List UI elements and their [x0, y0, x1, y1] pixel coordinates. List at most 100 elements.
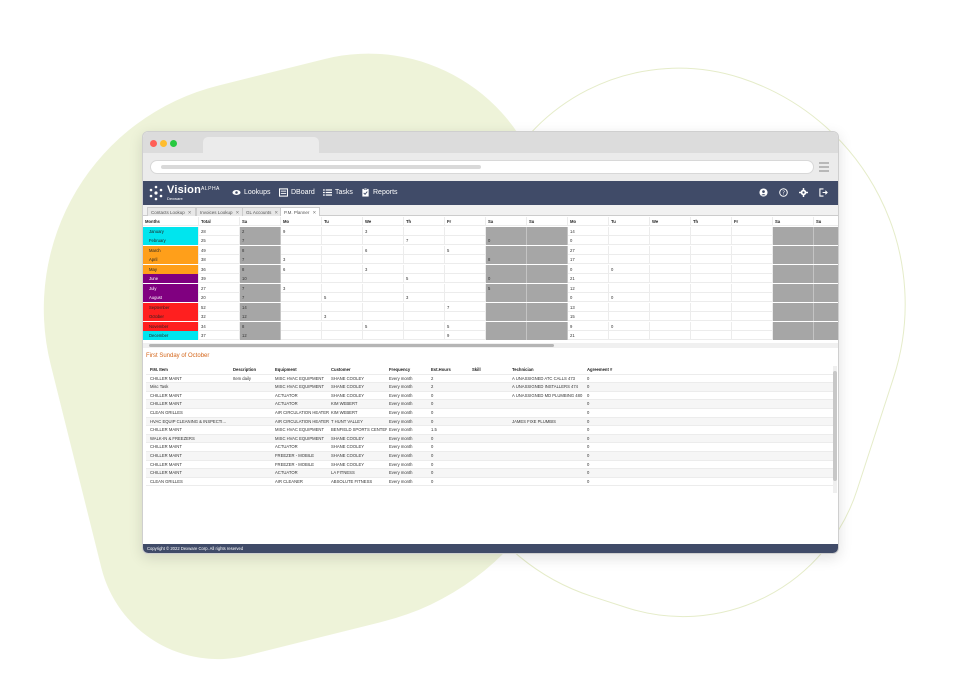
- day-count-cell[interactable]: [773, 293, 814, 303]
- table-row[interactable]: CHILLER MAINT FREEZER - MOBILE SHANE COOLE…: [146, 452, 836, 461]
- day-count-cell[interactable]: [527, 245, 568, 255]
- day-count-cell[interactable]: [445, 283, 486, 293]
- day-count-cell[interactable]: 21: [568, 331, 609, 340]
- day-count-cell[interactable]: [732, 274, 773, 284]
- day-count-cell[interactable]: [527, 321, 568, 331]
- day-count-cell[interactable]: [527, 302, 568, 312]
- column-header[interactable]: Customer: [329, 366, 387, 375]
- day-count-cell[interactable]: 6: [363, 245, 404, 255]
- day-count-cell[interactable]: 7: [240, 293, 281, 303]
- day-count-cell[interactable]: [814, 236, 838, 246]
- day-count-cell[interactable]: [609, 312, 650, 322]
- day-count-cell[interactable]: [609, 255, 650, 265]
- hamburger-icon[interactable]: [819, 162, 829, 174]
- day-count-cell[interactable]: 3: [281, 255, 322, 265]
- day-count-cell[interactable]: [527, 312, 568, 322]
- day-count-cell[interactable]: [404, 331, 445, 340]
- day-count-cell[interactable]: 12: [240, 331, 281, 340]
- day-count-cell[interactable]: [691, 226, 732, 236]
- day-count-cell[interactable]: [486, 321, 527, 331]
- day-count-cell[interactable]: [773, 283, 814, 293]
- settings-icon[interactable]: [799, 188, 808, 197]
- day-count-cell[interactable]: [486, 226, 527, 236]
- day-count-cell[interactable]: 3: [281, 283, 322, 293]
- day-count-cell[interactable]: [322, 321, 363, 331]
- day-count-cell[interactable]: 8: [240, 245, 281, 255]
- day-count-cell[interactable]: [691, 274, 732, 284]
- column-header[interactable]: Agreement #: [585, 366, 645, 375]
- day-count-cell[interactable]: [773, 321, 814, 331]
- day-count-cell[interactable]: [650, 331, 691, 340]
- day-count-cell[interactable]: [609, 283, 650, 293]
- day-count-cell[interactable]: [445, 293, 486, 303]
- day-count-cell[interactable]: 14: [568, 226, 609, 236]
- close-tab-icon[interactable]: ✕: [236, 210, 240, 215]
- day-count-cell[interactable]: 3: [363, 226, 404, 236]
- day-count-cell[interactable]: 2: [240, 226, 281, 236]
- browser-tab[interactable]: [203, 137, 319, 153]
- day-count-cell[interactable]: [814, 255, 838, 265]
- day-count-cell[interactable]: [322, 283, 363, 293]
- day-count-cell[interactable]: [773, 302, 814, 312]
- column-header[interactable]: Frequency: [387, 366, 429, 375]
- column-header[interactable]: P.M. Item: [148, 366, 231, 375]
- day-count-cell[interactable]: 9: [568, 321, 609, 331]
- day-count-cell[interactable]: 0: [486, 274, 527, 284]
- day-count-cell[interactable]: [527, 226, 568, 236]
- day-count-cell[interactable]: [486, 293, 527, 303]
- nav-reports[interactable]: Reports: [361, 188, 398, 197]
- logout-icon[interactable]: [819, 188, 828, 197]
- vertical-scrollbar[interactable]: [833, 366, 837, 493]
- day-count-cell[interactable]: [281, 302, 322, 312]
- day-count-cell[interactable]: [814, 226, 838, 236]
- day-count-cell[interactable]: [691, 302, 732, 312]
- day-count-cell[interactable]: 3: [322, 312, 363, 322]
- day-count-cell[interactable]: [363, 312, 404, 322]
- day-count-cell[interactable]: 5: [404, 274, 445, 284]
- day-count-cell[interactable]: 0: [609, 264, 650, 274]
- day-count-cell[interactable]: 3: [404, 293, 445, 303]
- day-count-cell[interactable]: 5: [363, 321, 404, 331]
- day-count-cell[interactable]: [281, 312, 322, 322]
- table-row[interactable]: CHILLER MAINT MISC HVAC EQUIPMENT BENFIELD…: [146, 426, 836, 435]
- day-count-cell[interactable]: [363, 236, 404, 246]
- day-count-cell[interactable]: [814, 283, 838, 293]
- day-count-cell[interactable]: 0: [568, 264, 609, 274]
- day-count-cell[interactable]: [609, 226, 650, 236]
- day-count-cell[interactable]: [650, 283, 691, 293]
- day-count-cell[interactable]: [404, 226, 445, 236]
- day-count-cell[interactable]: 3: [363, 264, 404, 274]
- day-count-cell[interactable]: [486, 264, 527, 274]
- day-count-cell[interactable]: [691, 283, 732, 293]
- day-count-cell[interactable]: [691, 331, 732, 340]
- maximize-window-icon[interactable]: [170, 140, 177, 147]
- day-count-cell[interactable]: [773, 264, 814, 274]
- day-count-cell[interactable]: [609, 302, 650, 312]
- day-count-cell[interactable]: [650, 236, 691, 246]
- day-count-cell[interactable]: [650, 255, 691, 265]
- day-count-cell[interactable]: [732, 331, 773, 340]
- day-count-cell[interactable]: [691, 255, 732, 265]
- close-tab-icon[interactable]: ✕: [312, 210, 316, 215]
- table-row[interactable]: HVAC EQUIP CLEANING & INSPECTI... AIR CIR…: [146, 417, 836, 427]
- day-count-cell[interactable]: [732, 283, 773, 293]
- day-count-cell[interactable]: 12: [568, 283, 609, 293]
- day-count-cell[interactable]: [650, 293, 691, 303]
- day-count-cell[interactable]: 27: [568, 245, 609, 255]
- day-count-cell[interactable]: [486, 245, 527, 255]
- day-count-cell[interactable]: [445, 236, 486, 246]
- day-count-cell[interactable]: [527, 236, 568, 246]
- day-count-cell[interactable]: [773, 226, 814, 236]
- day-count-cell[interactable]: 0: [609, 293, 650, 303]
- day-count-cell[interactable]: [322, 331, 363, 340]
- day-count-cell[interactable]: [773, 245, 814, 255]
- day-count-cell[interactable]: 7: [240, 283, 281, 293]
- day-count-cell[interactable]: [527, 283, 568, 293]
- day-count-cell[interactable]: 7: [240, 255, 281, 265]
- close-window-icon[interactable]: [150, 140, 157, 147]
- table-row[interactable]: CHILLER MAINT Item daily MISC HVAC EQUIPME…: [146, 375, 836, 384]
- day-count-cell[interactable]: [609, 245, 650, 255]
- day-count-cell[interactable]: [527, 264, 568, 274]
- day-count-cell[interactable]: 21: [568, 274, 609, 284]
- day-count-cell[interactable]: [527, 255, 568, 265]
